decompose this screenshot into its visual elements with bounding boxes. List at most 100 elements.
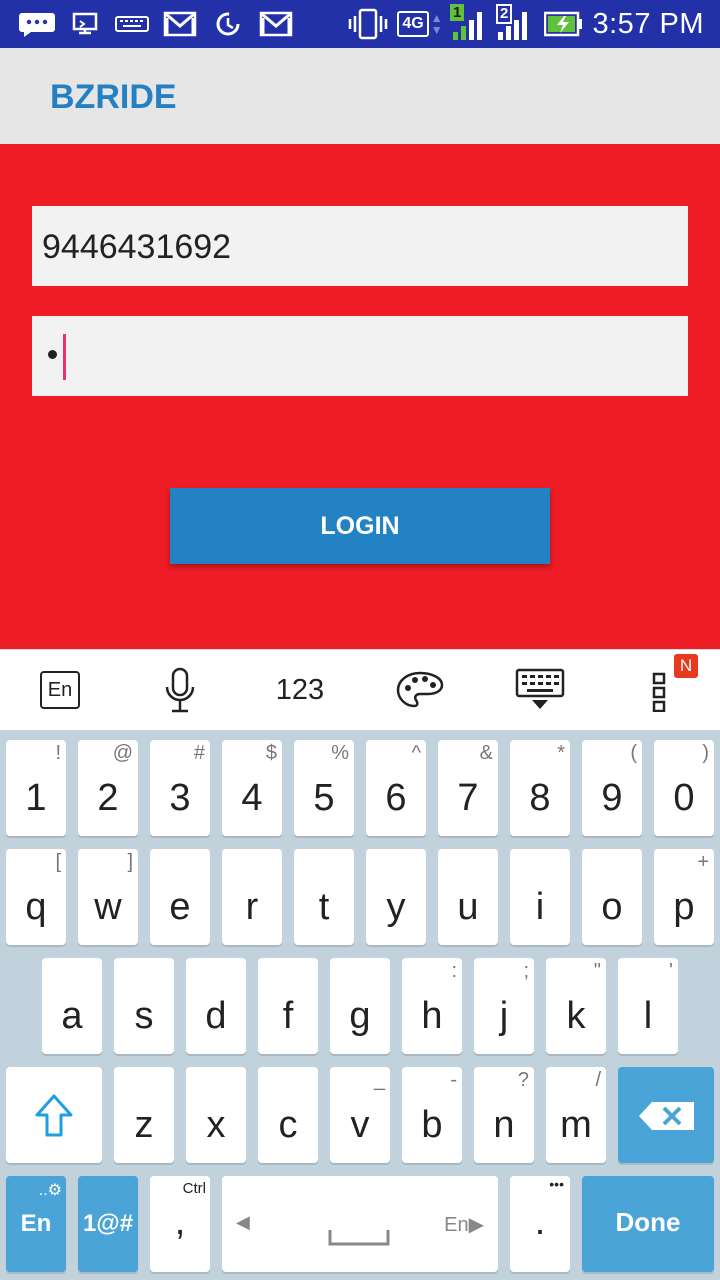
key-secondary-label: ! [55,742,61,764]
key-u[interactable]: u [438,849,498,945]
key-label: 1 [25,777,47,819]
settings-icon: ..⚙ [38,1182,62,1199]
key-3[interactable]: 3 # [150,740,210,836]
key-g[interactable]: g [330,958,390,1054]
status-time: 3:57 PM [592,8,704,40]
cast-icon [70,10,100,38]
key-label: a [61,995,83,1037]
symbols-key[interactable]: 1@# [78,1176,138,1272]
login-form: 9446431692 LOGIN [0,144,720,649]
key-4[interactable]: 4 $ [222,740,282,836]
login-button[interactable]: LOGIN [170,488,550,564]
microphone-icon[interactable] [130,660,230,720]
key-b[interactable]: b- [402,1067,462,1163]
key-w[interactable]: w] [78,849,138,945]
key-label: 6 [385,777,407,819]
key-label: j [499,995,509,1037]
key-k[interactable]: k " [546,958,606,1054]
key-v[interactable]: v _ [330,1067,390,1163]
password-mask-dot [48,350,57,359]
key-o[interactable]: o [582,849,642,945]
key-label: o [601,886,623,928]
space-key[interactable]: ◀ En▶ [222,1176,498,1272]
language-key[interactable]: ..⚙ En [6,1176,66,1272]
key-label: h [421,995,443,1037]
key-label: e [169,886,191,928]
signal-icon: 2 [494,4,534,40]
key-l[interactable]: l ' [618,958,678,1054]
keyboard-hide-icon[interactable] [490,660,590,720]
key-5[interactable]: 5% [294,740,354,836]
backspace-key[interactable] [618,1067,714,1163]
key-label: v [350,1104,370,1146]
key-r[interactable]: r [222,849,282,945]
key-label: z [134,1104,154,1146]
key-label: 9 [601,777,623,819]
key-secondary-label: ] [127,851,133,873]
key-label: q [25,886,47,928]
key-d[interactable]: d [186,958,246,1054]
key-6[interactable]: 6 ^ [366,740,426,836]
key-secondary-label: ) [702,742,709,764]
key-label: c [278,1104,298,1146]
key-label: i [535,886,545,928]
key-7[interactable]: 7 & [438,740,498,836]
key-label: w [94,886,122,928]
key-label: 8 [529,777,551,819]
key-c[interactable]: c [258,1067,318,1163]
key-label: r [245,886,259,928]
key-n[interactable]: n? [474,1067,534,1163]
keyboard: 1! 2 @3 #4 $5% 6 ^ 7 & 8 * 9(0) q[w] e r t y u i o p + a s d f g h:… [0,730,720,1280]
key-9[interactable]: 9( [582,740,642,836]
key-q[interactable]: q[ [6,849,66,945]
done-key[interactable]: Done [582,1176,714,1272]
palette-icon[interactable] [370,660,470,720]
key-p[interactable]: p + [654,849,714,945]
numbers-icon[interactable]: 123 [250,660,350,720]
cursor-left-icon: ◀ [236,1212,250,1232]
key-label: x [206,1104,226,1146]
key-x[interactable]: x [186,1067,246,1163]
key-secondary-label: # [193,742,205,764]
key-8[interactable]: 8 * [510,740,570,836]
password-field[interactable] [32,316,688,396]
key-t[interactable]: t [294,849,354,945]
key-f[interactable]: f [258,958,318,1054]
key-label: 2 [97,777,119,819]
notification-badge: N [674,654,698,678]
key-secondary-label: _ [373,1069,385,1091]
status-bar: 4G ▲ ▼ 1 2 3:57 PM [0,0,720,48]
key-secondary-label: ; [523,960,529,982]
key-label: 7 [457,777,479,819]
key-label: u [457,886,479,928]
comma-key[interactable]: Ctrl , [150,1176,210,1272]
gmail-icon [258,10,294,38]
key-i[interactable]: i [510,849,570,945]
key-label: l [643,995,653,1037]
key-label: 5 [313,777,335,819]
key-1[interactable]: 1! [6,740,66,836]
key-z[interactable]: z [114,1067,174,1163]
key-2[interactable]: 2 @ [78,740,138,836]
key-h[interactable]: h: [402,958,462,1054]
keyboard-toolbar: En 123 N [0,649,720,730]
key-label: k [566,995,586,1037]
key-secondary-label: * [557,742,565,764]
key-s[interactable]: s [114,958,174,1054]
key-0[interactable]: 0) [654,740,714,836]
language-icon[interactable]: En [10,660,110,720]
key-j[interactable]: j; [474,958,534,1054]
key-e[interactable]: e [150,849,210,945]
key-secondary-label: ^ [411,742,421,764]
key-label: 0 [673,777,695,819]
key-secondary-label: $ [265,742,277,764]
more-vert-icon[interactable]: N [610,654,710,720]
shift-key[interactable] [6,1067,102,1163]
phone-field[interactable]: 9446431692 [32,206,688,286]
key-secondary-label: ? [517,1069,529,1091]
key-a[interactable]: a [42,958,102,1054]
key-secondary-label: / [595,1069,601,1091]
period-key[interactable]: ••• . [510,1176,570,1272]
key-m[interactable]: m / [546,1067,606,1163]
key-y[interactable]: y [366,849,426,945]
